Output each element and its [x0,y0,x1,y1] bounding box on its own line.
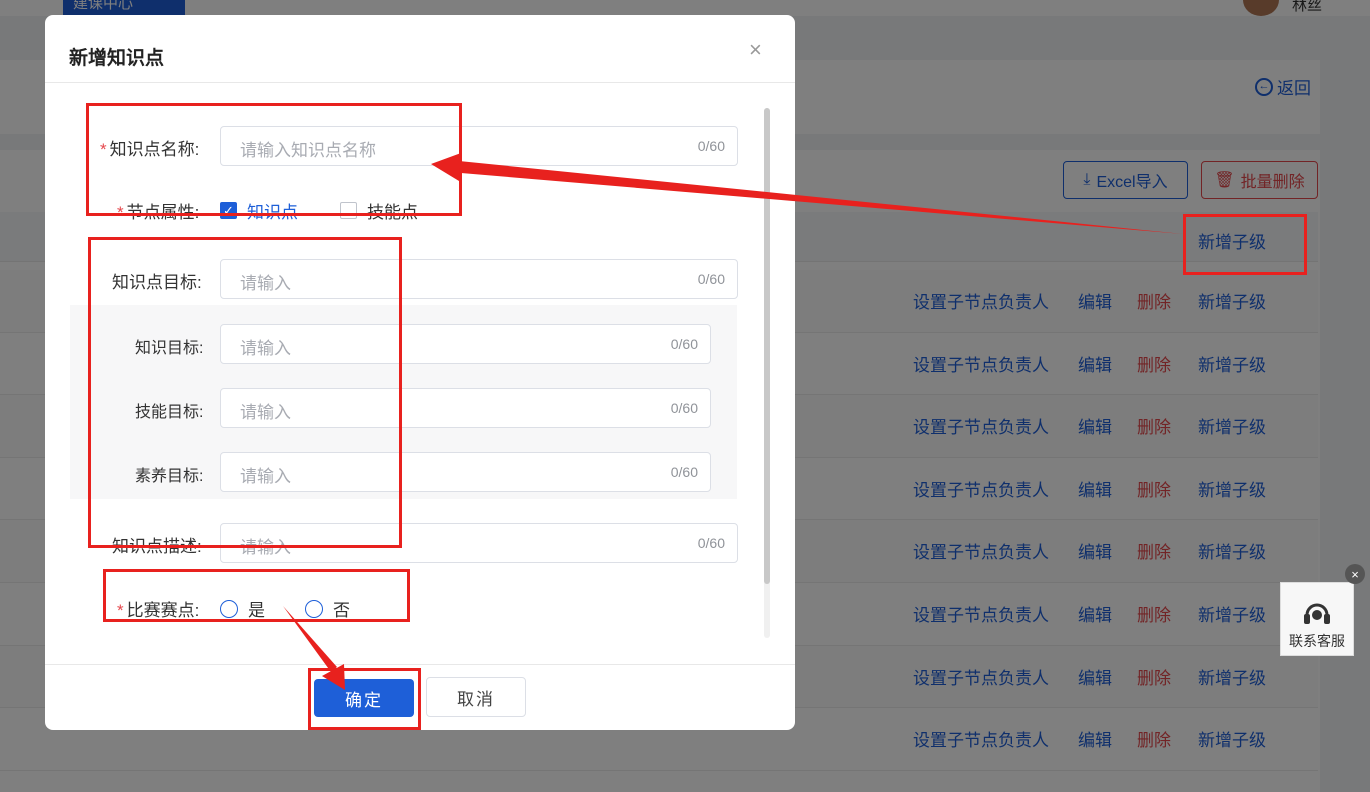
attr-label-text: 节点属性: [126,203,200,222]
knowledge-goal-counter: 0/60 [670,336,698,352]
service-close-icon[interactable]: × [1345,564,1365,584]
literacy-goal-label: 素养目标: [135,468,204,485]
contest-no-label: 否 [333,601,350,620]
checkbox-unchecked-icon [340,202,357,219]
skill-point-checkbox[interactable]: 技能点 [340,198,418,223]
skill-point-option-label: 技能点 [367,203,418,222]
literacy-goal-counter: 0/60 [670,464,698,480]
knowledge-point-option-label: 知识点 [247,203,298,222]
desc-input[interactable]: 请输入 0/60 [220,523,738,563]
contest-yes-radio[interactable]: 是 [220,596,265,621]
contest-yes-label: 是 [248,601,265,620]
knowledge-goal-input[interactable]: 请输入 0/60 [220,324,711,364]
name-counter: 0/60 [697,138,725,154]
literacy-goal-placeholder: 请输入 [240,467,291,486]
customer-service-widget[interactable]: 联系客服 [1280,582,1354,656]
customer-service-label: 联系客服 [1289,633,1345,649]
skill-goal-placeholder: 请输入 [240,403,291,422]
headset-icon [1304,603,1330,624]
confirm-button[interactable]: 确定 [314,679,414,717]
literacy-goal-input[interactable]: 请输入 0/60 [220,452,711,492]
desc-label: 知识点描述: [112,537,202,556]
required-mark: * [117,601,124,620]
goal-label: 知识点目标: [112,273,202,292]
desc-counter: 0/60 [697,535,725,551]
required-mark: * [100,140,107,159]
close-icon[interactable]: × [749,39,762,61]
contest-label: * 比赛赛点: [117,596,199,621]
scrollbar-thumb[interactable] [764,108,770,584]
dialog-title: 新增知识点 [69,48,165,69]
goal-placeholder: 请输入 [240,274,291,293]
knowledge-goal-label: 知识目标: [135,340,204,357]
radio-icon [220,599,238,618]
add-knowledge-point-dialog: 新增知识点 × * 知识点名称: 请输入知识点名称 0/60 * 节点属性: ✓ 知… [45,15,795,730]
cancel-button[interactable]: 取消 [426,677,526,717]
knowledge-goal-placeholder: 请输入 [240,339,291,358]
name-label-text: 知识点名称: [109,140,200,159]
attr-label: * 节点属性: [117,198,199,223]
checkbox-checked-icon: ✓ [220,202,237,219]
radio-icon [305,599,323,618]
dialog-footer: 确定 取消 [45,664,795,730]
goal-counter: 0/60 [697,271,725,287]
knowledge-point-checkbox[interactable]: ✓ 知识点 [220,198,298,223]
name-label: * 知识点名称: [100,135,199,160]
goal-input[interactable]: 请输入 0/60 [220,259,738,299]
skill-goal-counter: 0/60 [670,400,698,416]
name-input[interactable]: 请输入知识点名称 0/60 [220,126,738,166]
skill-goal-input[interactable]: 请输入 0/60 [220,388,711,428]
contest-label-text: 比赛赛点: [126,601,200,620]
dialog-header: 新增知识点 × [45,15,795,83]
skill-goal-label: 技能目标: [135,404,204,421]
desc-placeholder: 请输入 [240,538,291,557]
required-mark: * [117,203,124,222]
dialog-body: * 知识点名称: 请输入知识点名称 0/60 * 节点属性: ✓ 知识点 技能点 知… [45,84,795,664]
name-placeholder: 请输入知识点名称 [240,141,376,160]
contest-no-radio[interactable]: 否 [305,596,350,621]
